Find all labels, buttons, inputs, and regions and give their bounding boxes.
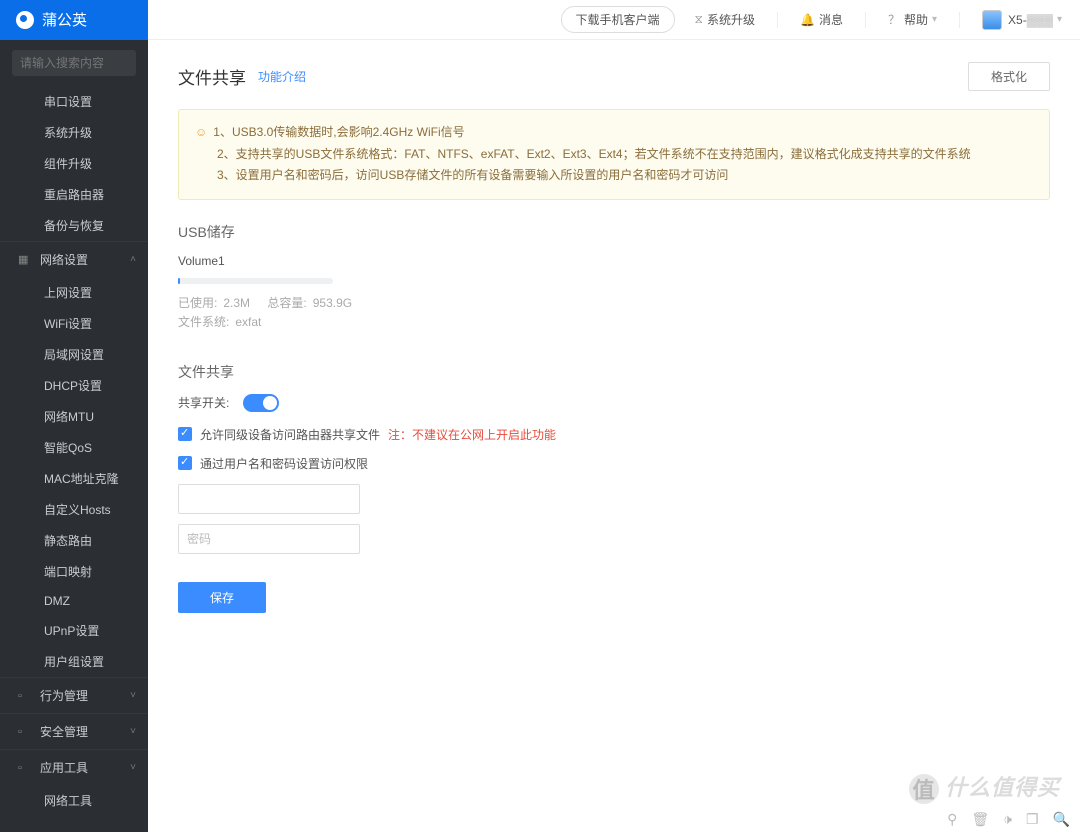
system-upgrade-link[interactable]: ⧖ 系统升级 — [695, 11, 755, 28]
page-title: 文件共享 — [178, 64, 246, 89]
allow-peer-warning: 注：不建议在公网上开启此功能 — [388, 426, 556, 443]
brand-logo[interactable]: 蒲公英 — [0, 0, 148, 40]
username-input[interactable] — [178, 484, 360, 514]
brand-name: 蒲公英 — [42, 9, 87, 30]
messages-link[interactable]: 🔔 消息 — [800, 11, 843, 28]
chevron-down-icon: ˅ — [130, 690, 136, 701]
auth-checkbox[interactable] — [178, 456, 192, 470]
top-header: 蒲公英 下载手机客户端 ⧖ 系统升级 🔔 消息 ？帮助 ▾ X5- ▓▓▓ ▾ — [0, 0, 1080, 40]
sidebar-item[interactable]: 端口映射 — [0, 556, 148, 587]
user-mask: ▓▓▓ — [1027, 13, 1053, 27]
usb-section-title: USB储存 — [178, 222, 1050, 242]
intro-link[interactable]: 功能介绍 — [258, 68, 306, 85]
group-label: 应用工具 — [40, 759, 88, 776]
messages-label: 消息 — [819, 11, 843, 28]
sidebar-item[interactable]: 用户组设置 — [0, 646, 148, 677]
sidebar-item[interactable]: 系统升级 — [0, 117, 148, 148]
sidebar-item[interactable]: DHCP设置 — [0, 370, 148, 401]
search-icon[interactable]: 🔍 — [1053, 811, 1070, 828]
chevron-down-icon: ˅ — [130, 762, 136, 773]
save-button[interactable]: 保存 — [178, 582, 266, 613]
usage-progress — [178, 278, 333, 284]
content: 文件共享 功能介绍 格式化 ☺ 1、USB3.0传输数据时,会影响2.4GHz W… — [148, 40, 1080, 832]
download-client-button[interactable]: 下载手机客户端 — [561, 6, 675, 33]
avatar — [982, 10, 1002, 30]
sidebar-item[interactable]: 组件升级 — [0, 148, 148, 179]
group-label: 安全管理 — [40, 723, 88, 740]
volume-name: Volume1 — [178, 254, 1050, 268]
logo-icon — [16, 11, 34, 29]
sidebar-item[interactable]: DMZ — [0, 587, 148, 615]
warn-line-1: 1、USB3.0传输数据时,会影响2.4GHz WiFi信号 — [213, 125, 464, 139]
group-icon: ▫ — [18, 726, 32, 738]
help-label: 帮助 — [904, 11, 928, 28]
upgrade-icon: ⧖ — [695, 12, 703, 27]
upgrade-label: 系统升级 — [707, 11, 755, 28]
sidebar-item[interactable]: 备份与恢复 — [0, 210, 148, 241]
user-label: X5- — [1008, 13, 1027, 27]
group-label: 行为管理 — [40, 687, 88, 704]
chevron-up-icon: ˄ — [130, 254, 136, 265]
sidebar-group[interactable]: ▫ 行为管理 ˅ — [0, 677, 148, 713]
divider — [865, 12, 866, 28]
usage-line: 已使用:2.3M 总容量:953.9G — [178, 294, 1050, 311]
warning-box: ☺ 1、USB3.0传输数据时,会影响2.4GHz WiFi信号 2、支持共享的U… — [178, 109, 1050, 200]
warning-icon: ☺ — [195, 125, 207, 139]
fs-line: 文件系统:exfat — [178, 313, 1050, 330]
user-menu[interactable]: X5- ▓▓▓ ▾ — [982, 10, 1062, 30]
chevron-down-icon: ˅ — [130, 726, 136, 737]
switch-label: 共享开关: — [178, 394, 229, 411]
divider — [777, 12, 778, 28]
share-toggle[interactable] — [243, 394, 279, 412]
sidebar-item[interactable]: 网络MTU — [0, 401, 148, 432]
group-icon: ▫ — [18, 690, 32, 702]
group-icon: ▫ — [18, 762, 32, 774]
sidebar-item[interactable]: 自定义Hosts — [0, 494, 148, 525]
sidebar-item[interactable]: 网络工具 — [0, 785, 148, 816]
bell-icon: 🔔 — [800, 13, 815, 27]
sidebar-item[interactable]: 静态路由 — [0, 525, 148, 556]
sidebar-item[interactable]: 上网设置 — [0, 277, 148, 308]
warn-line-3: 3、设置用户名和密码后，访问USB存储文件的所有设备需要输入所设置的用户名和密码… — [195, 165, 1033, 187]
share-section-title: 文件共享 — [178, 362, 1050, 382]
search-input[interactable] — [20, 56, 148, 70]
help-link[interactable]: ？帮助 ▾ — [888, 11, 937, 28]
sidebar-group[interactable]: ▫ 应用工具 ˅ — [0, 749, 148, 785]
tool-icon[interactable]: ⚲ — [947, 811, 957, 828]
sidebar-item[interactable]: 重启路由器 — [0, 179, 148, 210]
allow-peer-label: 允许同级设备访问路由器共享文件 — [200, 426, 380, 443]
password-input[interactable] — [178, 524, 360, 554]
warn-line-2: 2、支持共享的USB文件系统格式：FAT、NTFS、exFAT、Ext2、Ext… — [195, 144, 1033, 166]
sound-icon[interactable]: 🕩 — [1003, 811, 1012, 828]
sidebar: 🔍 串口设置系统升级组件升级重启路由器备份与恢复 ▦ 网络设置 ˄ 上网设置Wi… — [0, 40, 148, 832]
chevron-down-icon: ▾ — [1057, 14, 1062, 25]
page-header: 文件共享 功能介绍 格式化 — [178, 62, 1050, 91]
chevron-down-icon: ▾ — [932, 14, 937, 25]
divider — [959, 12, 960, 28]
auth-label: 通过用户名和密码设置访问权限 — [200, 455, 368, 472]
sidebar-item[interactable]: UPnP设置 — [0, 615, 148, 646]
allow-peer-checkbox[interactable] — [178, 427, 192, 441]
group-label: 网络设置 — [40, 251, 88, 268]
sidebar-item[interactable]: MAC地址克隆 — [0, 463, 148, 494]
search-box[interactable]: 🔍 — [12, 50, 136, 76]
trash-icon[interactable]: 🗑 — [971, 811, 989, 828]
copy-icon[interactable]: ❐ — [1026, 811, 1039, 828]
sidebar-group[interactable]: ▫ 安全管理 ˅ — [0, 713, 148, 749]
bottom-toolbar: ⚲ 🗑 🕩 ❐ 🔍 — [947, 811, 1070, 828]
sidebar-item[interactable]: 智能QoS — [0, 432, 148, 463]
format-button[interactable]: 格式化 — [968, 62, 1050, 91]
group-network[interactable]: ▦ 网络设置 ˄ — [0, 241, 148, 277]
sidebar-item[interactable]: WiFi设置 — [0, 308, 148, 339]
network-icon: ▦ — [18, 253, 32, 266]
sidebar-item[interactable]: 局域网设置 — [0, 339, 148, 370]
help-icon: ？ — [888, 11, 900, 28]
sidebar-item[interactable]: 串口设置 — [0, 86, 148, 117]
